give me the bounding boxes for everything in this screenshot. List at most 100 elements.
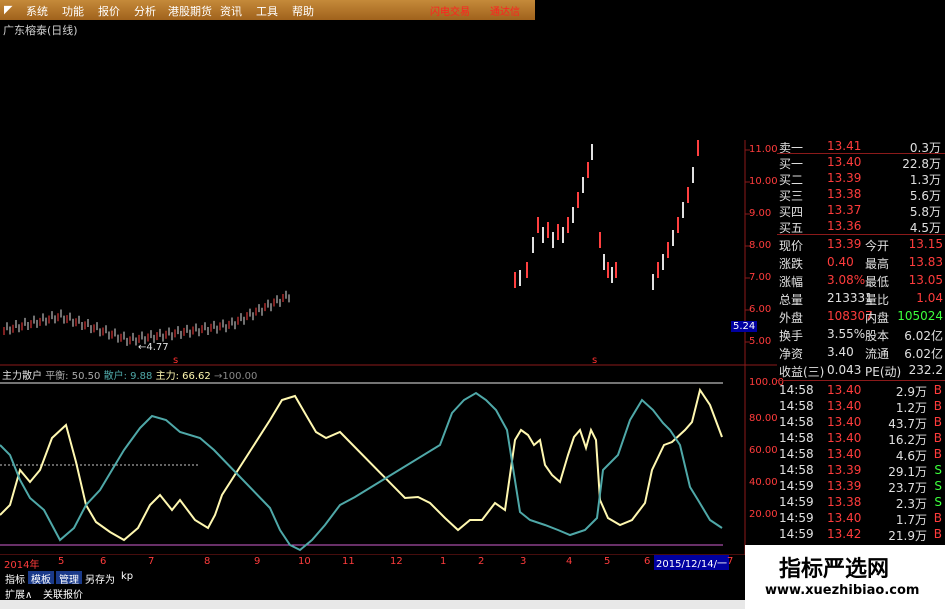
tick-price: 13.40 [827, 399, 862, 413]
time-axis-label: 11 [342, 556, 355, 567]
time-axis-label: 10 [298, 556, 311, 567]
main-value: 66.62 [182, 371, 211, 382]
quote-value: 3.40 [827, 345, 854, 359]
tab-indicator[interactable]: 指标 [2, 571, 28, 586]
tick-side: B [933, 383, 942, 397]
time-axis-label: 5 [604, 556, 611, 567]
sell-price: 13.41 [827, 139, 862, 153]
quote-label: 换手 [779, 329, 804, 343]
quote-value: 13.39 [827, 237, 862, 251]
tab-template[interactable]: 模板 [28, 571, 54, 586]
tick-time: 14:58 [779, 463, 814, 477]
quote-value: 232.2 [908, 363, 943, 377]
chart-area[interactable]: s s [0, 0, 777, 570]
buy-row: 买四 13.37 5.8万 [777, 202, 945, 219]
quote-label: 股本 [865, 329, 890, 343]
quote-row: 外盘 108307 内盘 105024 [777, 308, 945, 325]
tick-time: 14:59 [779, 495, 814, 509]
arrow-value: →100.00 [213, 371, 258, 382]
event-marker: s [173, 355, 178, 366]
tick-side: B [933, 431, 942, 445]
tick-price: 13.40 [827, 431, 862, 445]
time-axis-label: 7 [727, 556, 734, 567]
buy-row: 买五 13.36 4.5万 [777, 218, 945, 235]
tick-price: 13.38 [827, 495, 862, 509]
tick-side: B [933, 447, 942, 461]
quote-row: 净资 3.40 流通 6.02亿 [777, 344, 945, 361]
tab-save-as[interactable]: 另存为 [82, 571, 118, 586]
tick-time: 14:58 [779, 399, 814, 413]
buy-price: 13.37 [827, 203, 862, 217]
tick-row: 14:58 13.40 1.2万 B [777, 398, 945, 415]
quote-label: 流通 [865, 347, 890, 361]
quote-label: 最低 [865, 275, 890, 289]
quote-label: 最高 [865, 257, 890, 271]
quote-row: 涨跌 0.40 最高 13.83 [777, 254, 945, 271]
tick-side: S [934, 479, 942, 493]
tick-row: 14:59 13.39 23.7万 S [777, 478, 945, 495]
bottom-toolbar: 扩展∧ 关联报价 [0, 585, 745, 601]
tick-row: 14:58 13.40 2.9万 B [777, 382, 945, 399]
indicator-header: 主力散户 平衡: 50.50 散户: 9.88 主力: 66.62 →100.0… [2, 367, 257, 382]
time-axis-label: 1 [440, 556, 447, 567]
main-label: 主力: [155, 371, 179, 382]
price-axis-label: 7.00 [749, 272, 772, 283]
tick-price: 13.40 [827, 383, 862, 397]
quote-label: 量比 [865, 293, 890, 307]
related-quote-button[interactable]: 关联报价 [40, 586, 86, 601]
quote-value: 6.02亿 [904, 329, 943, 343]
time-axis-label: 3 [520, 556, 527, 567]
indicator-name: 主力散户 [2, 371, 42, 382]
tick-time: 14:59 [779, 511, 814, 525]
price-axis-label: 11.00 [749, 144, 778, 155]
time-axis-date: 2015/12/14/一 [654, 555, 730, 570]
quote-row: 收益(三) 0.043 PE(动) 232.2 [777, 362, 945, 379]
buy-price: 13.36 [827, 219, 862, 233]
expand-button[interactable]: 扩展∧ [2, 586, 35, 601]
quote-label: 净资 [779, 347, 804, 361]
balance-label: 平衡: [45, 371, 69, 382]
tick-side: S [934, 495, 942, 509]
tick-time: 14:59 [779, 479, 814, 493]
tick-row: 14:59 13.38 2.3万 S [777, 494, 945, 511]
quote-value: 3.08% [827, 273, 866, 287]
time-axis-label: 6 [644, 556, 651, 567]
watermark: 指标严选网 www.xuezhibiao.com [745, 545, 945, 609]
tab-kp[interactable]: kp [118, 571, 136, 584]
time-axis-label: 5 [58, 556, 65, 567]
buy-row: 买三 13.38 5.6万 [777, 186, 945, 203]
quote-value: 13.05 [908, 273, 943, 287]
status-bar [0, 600, 745, 609]
current-price-tag: 5.24 [731, 321, 758, 332]
tick-row: 14:59 13.42 21.9万 B [777, 526, 945, 543]
quote-row: 换手 3.55% 股本 6.02亿 [777, 326, 945, 343]
tick-side: B [933, 511, 942, 525]
tick-row: 14:59 13.40 1.7万 B [777, 510, 945, 527]
quote-row: 总量 213331 量比 1.04 [777, 290, 945, 307]
quote-label: 收益(三) [779, 365, 825, 379]
event-marker: s [592, 355, 597, 366]
quote-value: 105024 [897, 309, 943, 323]
tick-row: 14:58 13.40 43.7万 B [777, 414, 945, 431]
quote-value: 3.55% [827, 327, 866, 341]
time-axis: 2014年 5 6 7 8 9 10 11 12 1 2 3 4 5 6 201… [0, 555, 745, 571]
time-axis-label: 8 [204, 556, 211, 567]
tick-row: 14:58 13.40 16.2万 B [777, 430, 945, 447]
watermark-url: www.xuezhibiao.com [765, 583, 920, 598]
quote-label: 今开 [865, 239, 890, 253]
tick-row: 14:58 13.39 29.1万 S [777, 462, 945, 479]
time-axis-label: 6 [100, 556, 107, 567]
tick-side: B [933, 527, 942, 541]
quote-label: 总量 [779, 293, 804, 307]
quote-label: 内盘 [865, 311, 890, 325]
quote-value: 0.043 [827, 363, 862, 377]
quote-label: 涨跌 [779, 257, 804, 271]
quote-row: 现价 13.39 今开 13.15 [777, 236, 945, 253]
quote-value: 13.83 [908, 255, 943, 269]
tick-side: B [933, 399, 942, 413]
quote-label: 外盘 [779, 311, 804, 325]
retail-label: 散户: [103, 371, 127, 382]
tick-time: 14:58 [779, 447, 814, 461]
tab-manage[interactable]: 管理 [56, 571, 82, 586]
quote-value: 13.15 [908, 237, 943, 251]
